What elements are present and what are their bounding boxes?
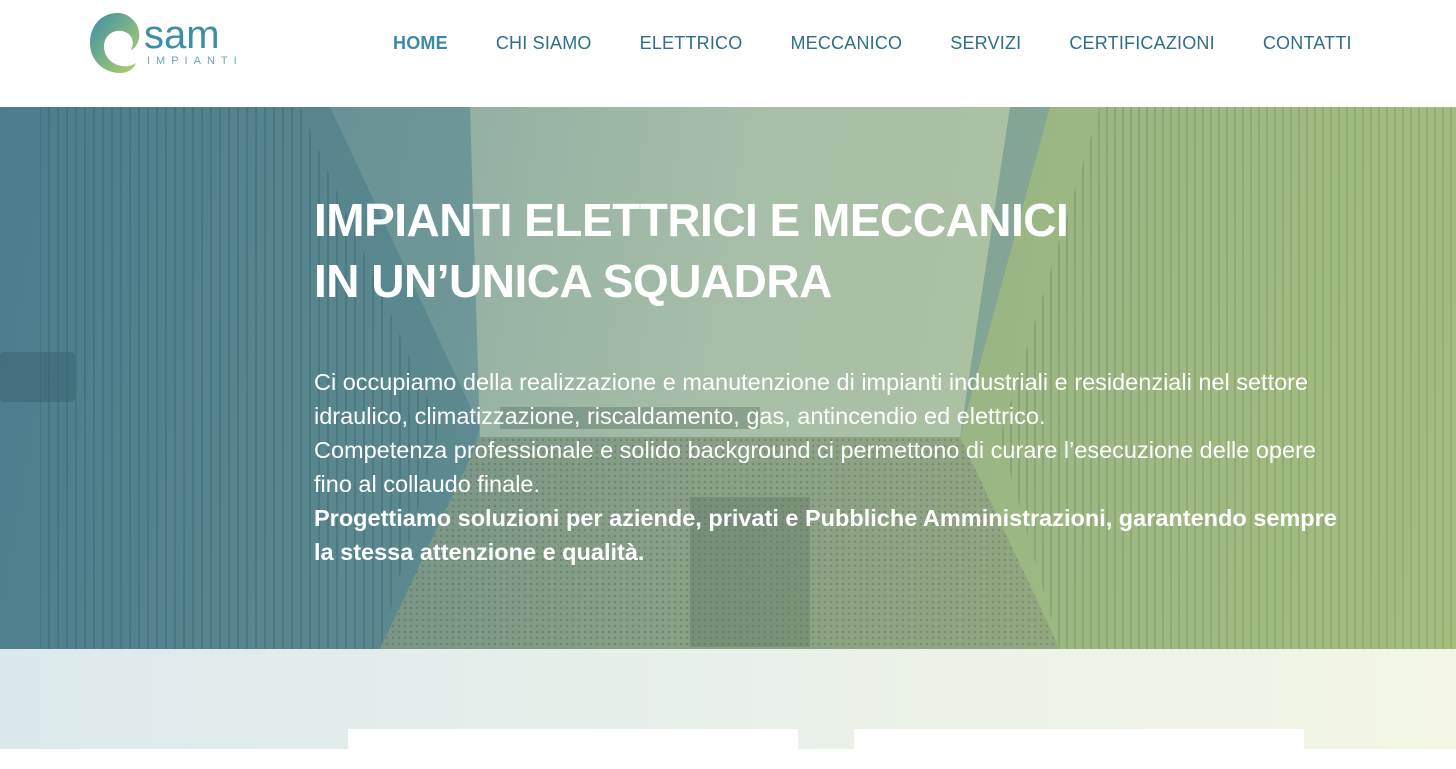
logo[interactable]: sam IMPIANTI	[88, 9, 238, 77]
nav-certificazioni[interactable]: CERTIFICAZIONI	[1069, 30, 1214, 56]
hero-section: IMPIANTI ELETTRICI E MECCANICI IN UN’UNI…	[0, 107, 1456, 649]
main-nav: HOME CHI SIAMO ELETTRICO MECCANICO SERVI…	[393, 30, 1352, 56]
hero-title: IMPIANTI ELETTRICI E MECCANICI IN UN’UNI…	[314, 190, 1069, 312]
hero-paragraph-2: Competenza professionale e solido backgr…	[314, 437, 1316, 497]
nav-servizi[interactable]: SERVIZI	[950, 30, 1021, 56]
logo-subtitle: IMPIANTI	[147, 55, 243, 67]
service-card[interactable]	[348, 729, 798, 769]
service-card[interactable]	[854, 729, 1304, 769]
logo-swirl-icon	[90, 13, 140, 73]
hero-title-line1: IMPIANTI ELETTRICI E MECCANICI	[314, 194, 1069, 246]
hero-paragraph-3: Progettiamo soluzioni per aziende, priva…	[314, 505, 1337, 565]
nav-chi-siamo[interactable]: CHI SIAMO	[496, 30, 592, 56]
hero-paragraph-1: Ci occupiamo della realizzazione e manut…	[314, 369, 1309, 429]
hero-title-line2: IN UN’UNICA SQUADRA	[314, 255, 832, 307]
site-header: sam IMPIANTI HOME CHI SIAMO ELETTRICO ME…	[0, 0, 1456, 107]
hero-description: Ci occupiamo della realizzazione e manut…	[314, 365, 1354, 569]
nav-meccanico[interactable]: MECCANICO	[790, 30, 902, 56]
services-section	[0, 649, 1456, 769]
nav-home[interactable]: HOME	[393, 30, 448, 56]
nav-contatti[interactable]: CONTATTI	[1263, 30, 1352, 56]
nav-elettrico[interactable]: ELETTRICO	[640, 30, 743, 56]
logo-wordmark: sam	[144, 13, 220, 57]
